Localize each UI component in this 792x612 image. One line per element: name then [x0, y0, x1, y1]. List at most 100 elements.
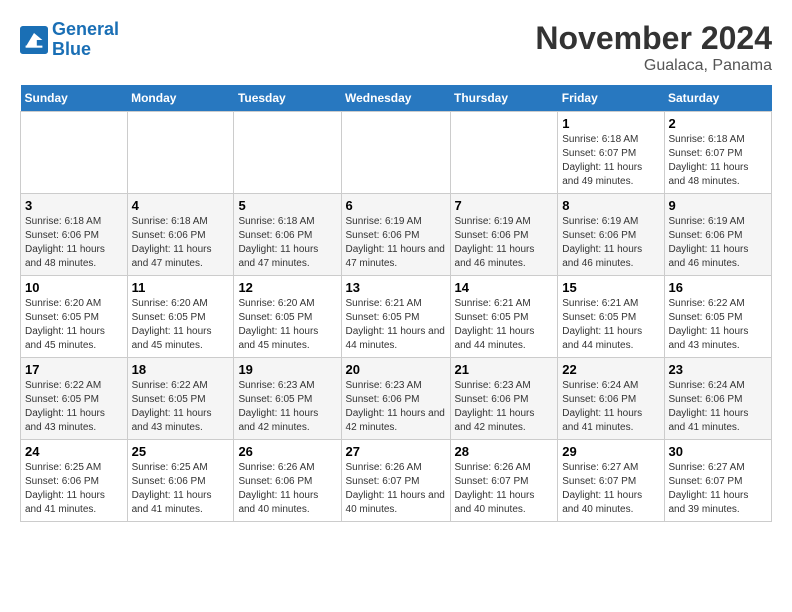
- day-info: Sunrise: 6:23 AM Sunset: 6:05 PM Dayligh…: [238, 379, 336, 435]
- calendar-cell: 3 Sunrise: 6:18 AM Sunset: 6:06 PM Daylig…: [21, 194, 128, 276]
- day-number: 12: [238, 280, 336, 295]
- calendar-cell: [341, 112, 450, 194]
- day-info: Sunrise: 6:18 AM Sunset: 6:07 PM Dayligh…: [562, 133, 659, 189]
- day-number: 25: [132, 444, 230, 459]
- calendar-cell: 8 Sunrise: 6:19 AM Sunset: 6:06 PM Daylig…: [558, 194, 664, 276]
- day-info: Sunrise: 6:18 AM Sunset: 6:06 PM Dayligh…: [238, 215, 336, 271]
- day-info: Sunrise: 6:24 AM Sunset: 6:06 PM Dayligh…: [669, 379, 768, 435]
- day-info: Sunrise: 6:20 AM Sunset: 6:05 PM Dayligh…: [25, 297, 123, 353]
- calendar-week-row: 1 Sunrise: 6:18 AM Sunset: 6:07 PM Daylig…: [21, 112, 772, 194]
- day-number: 2: [669, 116, 768, 131]
- calendar-cell: 9 Sunrise: 6:19 AM Sunset: 6:06 PM Daylig…: [664, 194, 772, 276]
- day-number: 15: [562, 280, 659, 295]
- day-number: 29: [562, 444, 659, 459]
- day-info: Sunrise: 6:20 AM Sunset: 6:05 PM Dayligh…: [238, 297, 336, 353]
- day-info: Sunrise: 6:23 AM Sunset: 6:06 PM Dayligh…: [455, 379, 554, 435]
- day-info: Sunrise: 6:19 AM Sunset: 6:06 PM Dayligh…: [346, 215, 446, 271]
- day-number: 3: [25, 198, 123, 213]
- calendar-week-row: 24 Sunrise: 6:25 AM Sunset: 6:06 PM Dayli…: [21, 440, 772, 522]
- calendar-cell: 22 Sunrise: 6:24 AM Sunset: 6:06 PM Dayli…: [558, 358, 664, 440]
- day-number: 23: [669, 362, 768, 377]
- day-number: 1: [562, 116, 659, 131]
- day-info: Sunrise: 6:20 AM Sunset: 6:05 PM Dayligh…: [132, 297, 230, 353]
- day-number: 13: [346, 280, 446, 295]
- day-header-tuesday: Tuesday: [234, 85, 341, 112]
- logo: General Blue: [20, 20, 119, 60]
- calendar-week-row: 10 Sunrise: 6:20 AM Sunset: 6:05 PM Dayli…: [21, 276, 772, 358]
- day-number: 16: [669, 280, 768, 295]
- calendar-cell: 19 Sunrise: 6:23 AM Sunset: 6:05 PM Dayli…: [234, 358, 341, 440]
- day-info: Sunrise: 6:21 AM Sunset: 6:05 PM Dayligh…: [562, 297, 659, 353]
- day-info: Sunrise: 6:26 AM Sunset: 6:07 PM Dayligh…: [455, 461, 554, 517]
- day-info: Sunrise: 6:18 AM Sunset: 6:06 PM Dayligh…: [25, 215, 123, 271]
- calendar-cell: 12 Sunrise: 6:20 AM Sunset: 6:05 PM Dayli…: [234, 276, 341, 358]
- day-number: 8: [562, 198, 659, 213]
- month-title: November 2024: [535, 20, 772, 57]
- logo-general: General: [52, 19, 119, 39]
- calendar-cell: 16 Sunrise: 6:22 AM Sunset: 6:05 PM Dayli…: [664, 276, 772, 358]
- calendar-cell: 28 Sunrise: 6:26 AM Sunset: 6:07 PM Dayli…: [450, 440, 558, 522]
- day-number: 30: [669, 444, 768, 459]
- day-number: 10: [25, 280, 123, 295]
- calendar-cell: 17Sunrise: 6:22 AM Sunset: 6:05 PM Dayli…: [21, 358, 128, 440]
- day-info: Sunrise: 6:22 AM Sunset: 6:05 PM Dayligh…: [132, 379, 230, 435]
- calendar-cell: 20 Sunrise: 6:23 AM Sunset: 6:06 PM Dayli…: [341, 358, 450, 440]
- day-header-friday: Friday: [558, 85, 664, 112]
- day-info: Sunrise: 6:21 AM Sunset: 6:05 PM Dayligh…: [455, 297, 554, 353]
- calendar-cell: 23 Sunrise: 6:24 AM Sunset: 6:06 PM Dayli…: [664, 358, 772, 440]
- day-number: 5: [238, 198, 336, 213]
- day-number: 24: [25, 444, 123, 459]
- calendar-cell: 25 Sunrise: 6:25 AM Sunset: 6:06 PM Dayli…: [127, 440, 234, 522]
- logo-icon: [20, 26, 48, 54]
- day-info: Sunrise: 6:18 AM Sunset: 6:06 PM Dayligh…: [132, 215, 230, 271]
- calendar-cell: 4 Sunrise: 6:18 AM Sunset: 6:06 PM Daylig…: [127, 194, 234, 276]
- day-info: Sunrise: 6:23 AM Sunset: 6:06 PM Dayligh…: [346, 379, 446, 435]
- day-number: 9: [669, 198, 768, 213]
- day-info: Sunrise: 6:26 AM Sunset: 6:07 PM Dayligh…: [346, 461, 446, 517]
- calendar-cell: [450, 112, 558, 194]
- calendar-cell: 11 Sunrise: 6:20 AM Sunset: 6:05 PM Dayli…: [127, 276, 234, 358]
- day-number: 27: [346, 444, 446, 459]
- calendar-cell: 27 Sunrise: 6:26 AM Sunset: 6:07 PM Dayli…: [341, 440, 450, 522]
- day-number: 11: [132, 280, 230, 295]
- location: Gualaca, Panama: [535, 57, 772, 75]
- day-info: Sunrise: 6:25 AM Sunset: 6:06 PM Dayligh…: [25, 461, 123, 517]
- day-info: Sunrise: 6:22 AM Sunset: 6:05 PM Dayligh…: [25, 379, 123, 435]
- day-number: 20: [346, 362, 446, 377]
- calendar-cell: 29Sunrise: 6:27 AM Sunset: 6:07 PM Dayli…: [558, 440, 664, 522]
- calendar-table: SundayMondayTuesdayWednesdayThursdayFrid…: [20, 85, 772, 522]
- calendar-cell: 10 Sunrise: 6:20 AM Sunset: 6:05 PM Dayli…: [21, 276, 128, 358]
- calendar-cell: 6Sunrise: 6:19 AM Sunset: 6:06 PM Daylig…: [341, 194, 450, 276]
- day-number: 4: [132, 198, 230, 213]
- day-header-monday: Monday: [127, 85, 234, 112]
- day-number: 22: [562, 362, 659, 377]
- day-info: Sunrise: 6:19 AM Sunset: 6:06 PM Dayligh…: [669, 215, 768, 271]
- calendar-cell: 26Sunrise: 6:26 AM Sunset: 6:06 PM Dayli…: [234, 440, 341, 522]
- day-header-saturday: Saturday: [664, 85, 772, 112]
- day-info: Sunrise: 6:22 AM Sunset: 6:05 PM Dayligh…: [669, 297, 768, 353]
- day-info: Sunrise: 6:27 AM Sunset: 6:07 PM Dayligh…: [669, 461, 768, 517]
- calendar-cell: [234, 112, 341, 194]
- logo-blue: Blue: [52, 39, 91, 59]
- day-number: 19: [238, 362, 336, 377]
- day-number: 14: [455, 280, 554, 295]
- calendar-cell: 24 Sunrise: 6:25 AM Sunset: 6:06 PM Dayli…: [21, 440, 128, 522]
- day-number: 7: [455, 198, 554, 213]
- day-info: Sunrise: 6:18 AM Sunset: 6:07 PM Dayligh…: [669, 133, 768, 189]
- title-area: November 2024 Gualaca, Panama: [535, 20, 772, 75]
- calendar-cell: 14 Sunrise: 6:21 AM Sunset: 6:05 PM Dayli…: [450, 276, 558, 358]
- day-info: Sunrise: 6:26 AM Sunset: 6:06 PM Dayligh…: [238, 461, 336, 517]
- day-header-sunday: Sunday: [21, 85, 128, 112]
- day-header-wednesday: Wednesday: [341, 85, 450, 112]
- day-info: Sunrise: 6:24 AM Sunset: 6:06 PM Dayligh…: [562, 379, 659, 435]
- calendar-cell: 21Sunrise: 6:23 AM Sunset: 6:06 PM Dayli…: [450, 358, 558, 440]
- day-info: Sunrise: 6:21 AM Sunset: 6:05 PM Dayligh…: [346, 297, 446, 353]
- day-info: Sunrise: 6:19 AM Sunset: 6:06 PM Dayligh…: [562, 215, 659, 271]
- day-info: Sunrise: 6:25 AM Sunset: 6:06 PM Dayligh…: [132, 461, 230, 517]
- calendar-cell: [21, 112, 128, 194]
- calendar-cell: [127, 112, 234, 194]
- calendar-cell: 7Sunrise: 6:19 AM Sunset: 6:06 PM Daylig…: [450, 194, 558, 276]
- calendar-header-row: SundayMondayTuesdayWednesdayThursdayFrid…: [21, 85, 772, 112]
- day-number: 28: [455, 444, 554, 459]
- page-header: General Blue November 2024 Gualaca, Pana…: [20, 20, 772, 75]
